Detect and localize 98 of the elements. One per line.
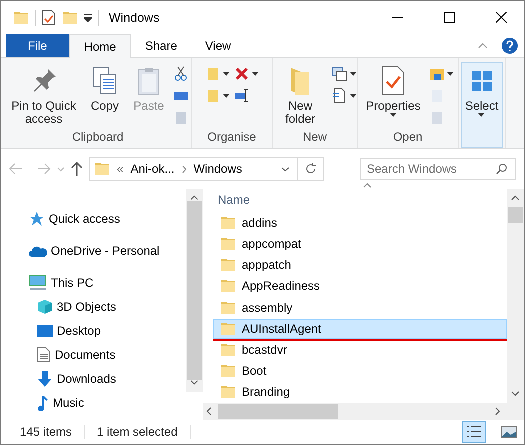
breadcrumb[interactable]: Ani-ok...	[130, 162, 175, 176]
status-text: 1 item selected	[97, 425, 191, 439]
folder-icon	[220, 278, 236, 294]
chevron-up-icon[interactable]	[511, 195, 520, 201]
minimize-icon	[392, 17, 402, 18]
search-icon	[496, 163, 508, 175]
scrollbar[interactable]	[186, 189, 203, 392]
chevron-right-icon[interactable]	[495, 407, 501, 416]
chevron-up-icon[interactable]	[190, 195, 199, 201]
monitor-icon	[37, 324, 53, 338]
close-icon	[496, 12, 506, 23]
group-label: Clipboard	[71, 130, 125, 146]
refresh-icon[interactable]	[305, 163, 317, 175]
nav-item[interactable]: Desktop	[1, 319, 186, 343]
properties-icon[interactable]	[42, 10, 56, 26]
nav-item[interactable]: Music	[1, 391, 186, 415]
nav-item[interactable]: This PC	[1, 271, 186, 295]
column-header[interactable]: Name	[215, 193, 507, 213]
details-view-button[interactable]	[462, 421, 486, 443]
easy-access-icon[interactable]	[332, 88, 348, 104]
group-label: New	[302, 130, 328, 146]
cube-icon	[37, 299, 53, 315]
folder-icon	[220, 342, 236, 358]
nav-item[interactable]: Downloads	[1, 367, 186, 391]
dropdown-icon[interactable]	[84, 14, 92, 22]
cloud-icon	[29, 245, 47, 257]
new-folder-icon	[62, 10, 78, 26]
caret-icon	[446, 72, 454, 76]
caret-icon	[350, 94, 357, 98]
image-icon	[501, 426, 517, 438]
ribbon-button[interactable]: Pin to Quick access	[7, 62, 81, 130]
scroll-thumb[interactable]	[508, 207, 523, 223]
download-arrow-icon	[37, 371, 53, 387]
scrollbar[interactable]	[507, 189, 524, 403]
list-icon	[466, 425, 482, 439]
chevron-right-icon	[182, 166, 187, 172]
chevron-down-icon[interactable]	[281, 166, 290, 172]
folder-icon	[220, 320, 236, 337]
ribbon-tab[interactable]: Home	[69, 34, 132, 58]
ribbon-tab[interactable]: View	[191, 34, 246, 57]
folder-icon	[220, 257, 236, 274]
nav-item[interactable]: 3D Objects	[1, 295, 186, 319]
ribbon-button[interactable]: Copy	[85, 62, 125, 130]
file-row[interactable]: Boot	[213, 360, 507, 381]
caret-icon	[350, 72, 357, 76]
folder-icon	[220, 236, 236, 252]
file-row[interactable]: AUInstallAgent	[213, 318, 507, 339]
ribbon-button[interactable]: Properties	[362, 62, 425, 130]
new-item-icon[interactable]	[332, 66, 348, 82]
scroll-thumb[interactable]	[218, 404, 338, 419]
breadcrumb[interactable]: Windows	[194, 162, 242, 176]
ribbon-button[interactable]: New folder	[273, 62, 328, 130]
ribbon-tab[interactable]: File	[6, 34, 70, 57]
computer-icon	[29, 275, 47, 291]
scrollbar[interactable]	[203, 403, 524, 420]
file-row[interactable]: bcastdvr	[213, 340, 507, 360]
address-bar[interactable]: « Ani-ok... Windows	[89, 157, 324, 181]
nav-item[interactable]: OneDrive - Personal	[1, 239, 186, 263]
up-arrow-icon[interactable]	[71, 162, 83, 176]
folder-icon[interactable]	[428, 66, 445, 82]
status-text: 145 items	[20, 425, 86, 439]
file-row[interactable]: Branding	[213, 382, 507, 402]
folder-icon	[220, 215, 236, 231]
file-row[interactable]: AppReadiness	[213, 276, 507, 296]
rename-icon[interactable]	[234, 88, 250, 104]
chevron-up-icon[interactable]	[478, 42, 488, 48]
folder-icon	[94, 161, 110, 177]
nav-item[interactable]: Documents	[1, 343, 186, 367]
caret-icon	[223, 72, 230, 76]
group-label: Open	[392, 130, 424, 146]
file-row[interactable]: appcompat	[213, 234, 507, 254]
document-icon	[37, 347, 51, 363]
caret-icon	[223, 94, 230, 98]
caret-icon	[252, 72, 259, 76]
breadcrumb[interactable]: «	[117, 162, 124, 176]
scroll-thumb[interactable]	[187, 200, 202, 380]
group-label: Organise	[206, 130, 258, 146]
music-note-icon	[37, 395, 49, 411]
help-icon[interactable]	[502, 38, 518, 54]
folder-icon	[220, 362, 236, 379]
nav-item[interactable]: Quick access	[1, 207, 186, 231]
ribbon-tab[interactable]: Share	[131, 34, 192, 57]
search-field[interactable]: Search Windows	[360, 158, 516, 180]
star-icon	[29, 211, 45, 227]
file-row[interactable]: assembly	[213, 297, 507, 318]
ribbon-button[interactable]: Select	[461, 62, 503, 148]
folder-icon	[13, 10, 29, 26]
chevron-down-icon[interactable]	[190, 380, 199, 386]
chevron-left-icon[interactable]	[206, 407, 212, 416]
file-row[interactable]: apppatch	[213, 255, 507, 276]
chevron-down-icon[interactable]	[511, 391, 520, 397]
file-row[interactable]: addins	[213, 212, 507, 234]
scissors-icon[interactable]	[173, 66, 189, 82]
folder-icon	[220, 300, 236, 316]
window-title: Windows	[109, 10, 161, 24]
folder-icon	[220, 384, 236, 400]
maximize-icon	[444, 12, 454, 23]
delete-icon[interactable]	[234, 66, 250, 82]
